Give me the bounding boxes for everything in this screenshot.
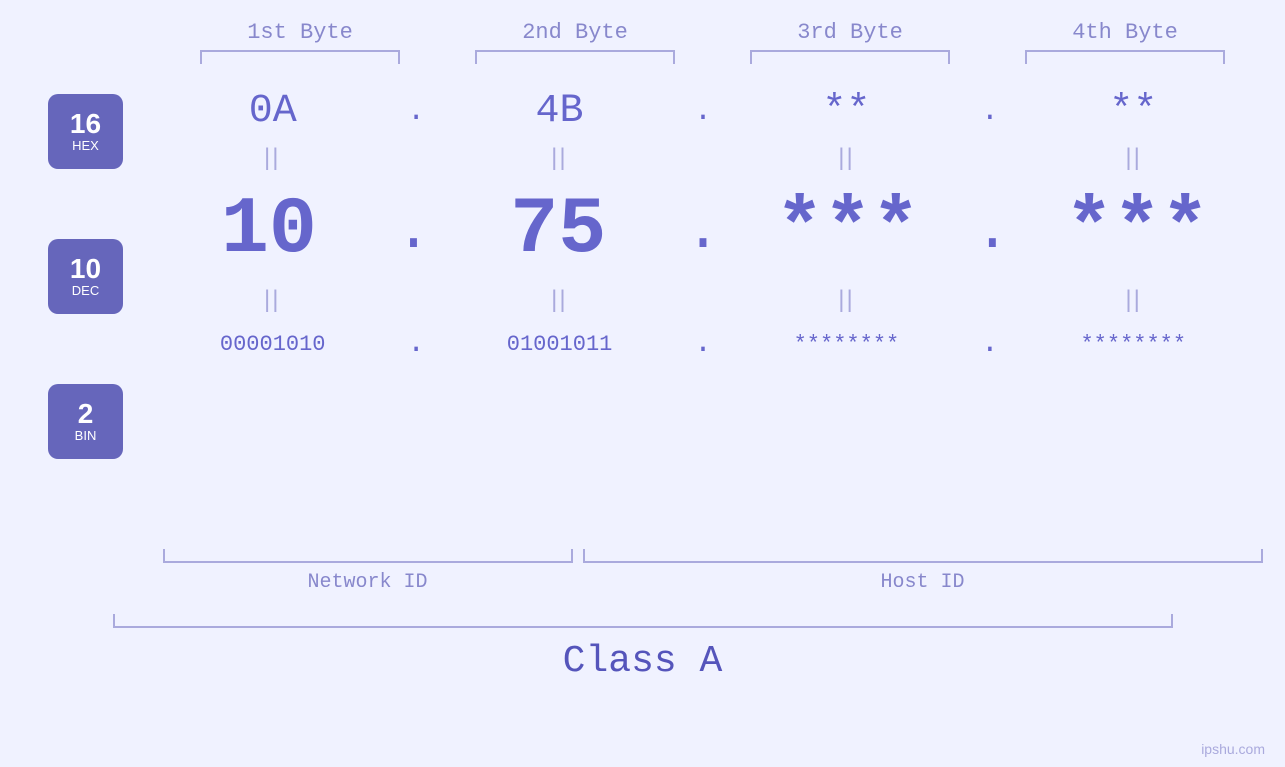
hex-val-2: 4B [536,89,584,134]
hex-dot-3: . [981,95,999,129]
byte-3-header: 3rd Byte [740,20,960,45]
dec-badge-label: DEC [72,283,99,299]
dec-dot-3: . [974,198,1010,276]
dec-cell-1: 10 [159,185,379,276]
main-container: 1st Byte 2nd Byte 3rd Byte 4th Byte 16 H… [0,0,1285,767]
bin-dot-1: . [407,327,425,361]
bin-val-2: 01001011 [507,332,613,357]
eq-2-4: || [1125,286,1141,314]
dec-cell-3: *** [738,185,958,276]
dec-badge: 10 DEC [48,239,123,314]
bin-dot-3: . [981,327,999,361]
top-bracket-4 [1025,50,1225,64]
bin-badge-number: 2 [78,400,94,428]
hex-badge-label: HEX [72,138,99,154]
hex-cell-1: 0A [163,89,383,134]
byte-headers-row: 1st Byte 2nd Byte 3rd Byte 4th Byte [163,20,1263,45]
bin-cell-3: ******** [736,332,956,357]
bin-val-1: 00001010 [220,332,326,357]
top-brackets-row [163,50,1263,64]
bin-values-row: 00001010 . 01001011 . ******** . *******… [153,327,1253,361]
bin-dot-2: . [694,327,712,361]
hex-cell-2: 4B [450,89,670,134]
dec-cell-2: 75 [448,185,668,276]
hex-val-4: ** [1109,89,1157,134]
eq-2-1: || [264,286,280,314]
dec-val-3: *** [776,185,920,276]
dec-val-2: 75 [510,185,606,276]
bin-cell-4: ******** [1023,332,1243,357]
dec-val-1: 10 [221,185,317,276]
top-bracket-2 [475,50,675,64]
bottom-bracket-host [583,549,1263,563]
class-label: Class A [563,640,723,683]
hex-val-3: ** [822,89,870,134]
hex-badge: 16 HEX [48,94,123,169]
top-bracket-3 [750,50,950,64]
base-badges-column: 16 HEX 10 DEC 2 BIN [48,94,123,529]
dec-dot-1: . [396,198,432,276]
hex-cell-3: ** [736,89,956,134]
eq-2-2: || [551,286,567,314]
eq-1-2: || [551,144,567,172]
network-id-label: Network ID [163,571,573,594]
bin-badge-label: BIN [75,428,97,444]
dec-values-row: 10 . 75 . *** . *** [153,185,1253,276]
large-bottom-bracket [113,614,1173,628]
equals-row-2: || || || || [153,286,1253,314]
top-bracket-1 [200,50,400,64]
bin-badge: 2 BIN [48,384,123,459]
dec-cell-4: *** [1027,185,1247,276]
bottom-bracket-network [163,549,573,563]
hex-cell-4: ** [1023,89,1243,134]
hex-dot-2: . [694,95,712,129]
dec-badge-number: 10 [70,255,101,283]
byte-4-header: 4th Byte [1015,20,1235,45]
byte-1-header: 1st Byte [190,20,410,45]
main-content-area: 16 HEX 10 DEC 2 BIN 0A . 4B [0,84,1285,529]
bottom-section: Network ID Host ID Class A [0,544,1285,683]
dec-dot-2: . [685,198,721,276]
byte-2-header: 2nd Byte [465,20,685,45]
hex-dot-1: . [407,95,425,129]
hex-values-row: 0A . 4B . ** . ** [153,89,1253,134]
eq-2-3: || [838,286,854,314]
bin-val-3: ******** [794,332,900,357]
hex-val-1: 0A [249,89,297,134]
bin-cell-2: 01001011 [450,332,670,357]
eq-1-4: || [1125,144,1141,172]
watermark: ipshu.com [1201,741,1265,757]
bin-cell-1: 00001010 [163,332,383,357]
values-grid: 0A . 4B . ** . ** || || [153,84,1285,361]
hex-badge-number: 16 [70,110,101,138]
equals-row-1: || || || || [153,144,1253,172]
bin-val-4: ******** [1080,332,1186,357]
eq-1-3: || [838,144,854,172]
host-id-label: Host ID [583,571,1263,594]
dec-val-4: *** [1065,185,1209,276]
eq-1-1: || [264,144,280,172]
